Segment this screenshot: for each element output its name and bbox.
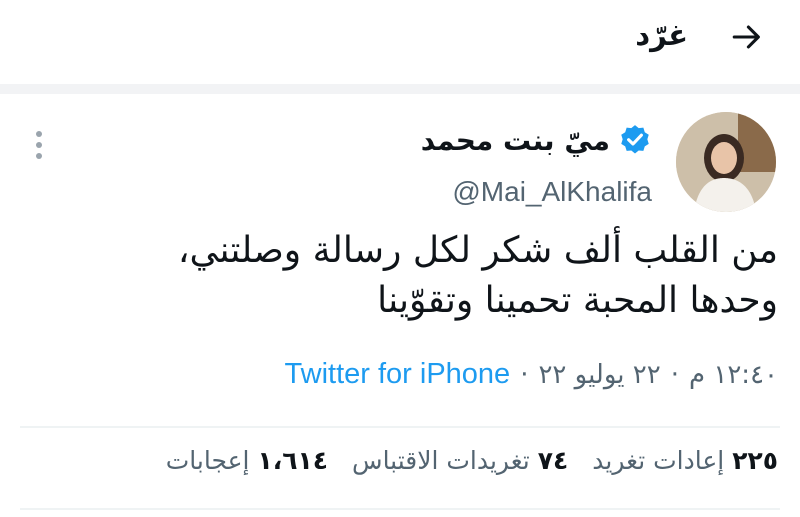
likes-count: ١،٦١٤	[257, 446, 329, 475]
divider	[20, 426, 780, 428]
tweet-text: من القلب ألف شكر لكل رسالة وصلتني، وحدها…	[78, 226, 778, 326]
top-bar: غرّد	[0, 0, 800, 82]
retweets-label: إعادات تغريد	[592, 446, 725, 475]
retweets-stat[interactable]: ٢٢٥ إعادات تغريد	[592, 446, 778, 475]
avatar-image	[676, 112, 776, 212]
page-title: غرّد	[635, 18, 688, 52]
tweet-text-line: من القلب ألف شكر لكل رسالة وصلتني،	[177, 230, 778, 271]
tweet-meta: ١٢:٤٠ م · ٢٢ يوليو ٢٢ · Twitter for iPho…	[285, 358, 778, 391]
tweet-source-link[interactable]: Twitter for iPhone	[285, 358, 511, 391]
tweet-date[interactable]: ٢٢ يوليو ٢٢	[538, 360, 660, 390]
more-vertical-icon[interactable]	[30, 131, 48, 161]
arrow-right-icon[interactable]	[730, 20, 764, 54]
likes-label: إعجابات	[165, 446, 250, 475]
divider	[0, 84, 800, 94]
likes-stat[interactable]: ١،٦١٤ إعجابات	[166, 446, 328, 475]
divider	[20, 508, 780, 510]
meta-separator: ·	[520, 359, 529, 390]
user-handle[interactable]: @Mai_AlKhalifa	[452, 176, 652, 208]
author-name-row: ميّ بنت محمد	[421, 123, 652, 157]
display-name[interactable]: ميّ بنت محمد	[421, 124, 610, 157]
meta-separator: ·	[670, 359, 679, 390]
quotes-label: تغريدات الاقتباس	[352, 446, 530, 475]
verified-badge-icon	[621, 125, 649, 154]
retweets-count: ٢٢٥	[732, 446, 778, 475]
avatar[interactable]	[676, 112, 776, 212]
quotes-count: ٧٤	[537, 446, 569, 475]
tweet-time[interactable]: ١٢:٤٠ م	[689, 360, 778, 390]
tweet-stats: ٢٢٥ إعادات تغريد ٧٤ تغريدات الاقتباس ١،٦…	[166, 446, 778, 475]
quotes-stat[interactable]: ٧٤ تغريدات الاقتباس	[352, 446, 568, 475]
tweet-text-line: وحدها المحبة تحمينا وتقوّينا	[377, 280, 778, 321]
